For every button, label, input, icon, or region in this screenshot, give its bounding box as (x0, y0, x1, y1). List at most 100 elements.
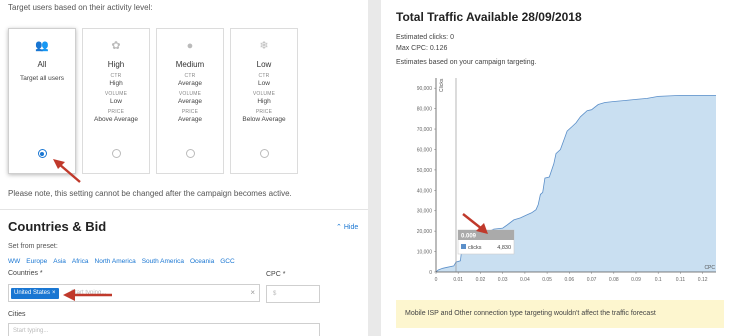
y-tick-label: 60,000 (417, 147, 433, 153)
card-name: All (37, 60, 47, 69)
x-tick-label: 0.02 (476, 277, 486, 283)
cities-input[interactable]: Start typing... (8, 323, 320, 336)
traffic-chart-svg: 0 10,000 20,000 30,000 40,000 50,000 60,000 70,… (417, 78, 716, 283)
price-label: PRICE (107, 109, 125, 115)
y-tick-label: 40,000 (417, 188, 433, 194)
x-tick-label: 0.04 (520, 277, 530, 283)
max-cpc: Max CPC: 0.126 (396, 45, 448, 52)
preset-label: Set from preset: (8, 243, 58, 250)
radio-low[interactable] (259, 149, 269, 158)
ctr-label: CTR (258, 73, 270, 79)
section-divider (0, 209, 368, 210)
radio-high[interactable] (111, 149, 121, 158)
estimates-note: Estimates based on your campaign targeti… (396, 59, 537, 66)
preset-link-gcc[interactable]: GCC (220, 258, 234, 265)
ctr-label: CTR (184, 73, 196, 79)
volume-value: High (257, 98, 271, 105)
panel-separator (368, 0, 381, 336)
y-tick-label: 20,000 (417, 229, 433, 235)
y-tick-label: 70,000 (417, 127, 433, 133)
radio-all[interactable] (37, 149, 47, 158)
flame-icon: ✿ (111, 40, 121, 52)
preset-link-europe[interactable]: Europe (26, 258, 47, 265)
cities-label: Cities (8, 311, 26, 318)
cpc-label: CPC * (266, 271, 286, 278)
cpc-input[interactable]: $ (266, 285, 320, 303)
preset-link-ww[interactable]: WW (8, 258, 20, 265)
chip-remove-icon[interactable]: × (52, 290, 56, 296)
activity-card-low[interactable]: ❄ Low CTR Low VOLUME High PRICE Below Av… (230, 28, 298, 174)
ctr-value: Average (177, 80, 203, 87)
traffic-title: Total Traffic Available 28/09/2018 (396, 10, 582, 24)
preset-link-south-america[interactable]: South America (142, 258, 184, 265)
price-value: Above Average (94, 116, 138, 123)
country-chip-label: United States (14, 290, 51, 296)
app-root: Target users based on their activity lev… (0, 0, 730, 336)
hide-toggle[interactable]: ⌃ Hide (336, 223, 358, 231)
countries-label: Countries * (8, 270, 43, 277)
activity-intro: Target users based on their activity lev… (8, 3, 153, 12)
countries-input[interactable]: United States × Start typing... × (8, 284, 260, 302)
x-tick-label: 0.08 (609, 277, 619, 283)
chevron-up-icon: ⌃ (336, 224, 342, 231)
y-tick-label: 30,000 (417, 209, 433, 215)
x-tick-label: 0.09 (631, 277, 641, 283)
x-tick-label: 0.06 (564, 277, 574, 283)
x-tick-label: 0.1 (655, 277, 662, 283)
y-tick-label: 0 (429, 270, 432, 276)
x-tick-label: 0.01 (453, 277, 463, 283)
volume-label: VOLUME (178, 91, 202, 97)
card-name: Medium (175, 60, 205, 69)
activity-card-medium[interactable]: ● Medium CTR Average VOLUME Average PRIC… (156, 28, 224, 174)
price-label: PRICE (181, 109, 199, 115)
preset-link-africa[interactable]: Africa (72, 258, 89, 265)
hide-label: Hide (343, 224, 359, 231)
preset-links: WW Europe Asia Africa North America Sout… (8, 258, 235, 265)
country-chip[interactable]: United States × (11, 288, 59, 299)
countries-bid-title: Countries & Bid (8, 219, 107, 234)
snowflake-icon: ❄ (259, 40, 269, 52)
price-value: Below Average (242, 116, 286, 123)
card-name: Low (256, 60, 272, 69)
card-subtitle: Target all users (19, 75, 65, 82)
volume-value: Average (177, 98, 203, 105)
x-tick-label: 0.05 (542, 277, 552, 283)
tooltip-cpc: 0.009 (461, 234, 477, 240)
activity-note: Please note, this setting cannot be chan… (8, 189, 292, 198)
y-axis-label: Clicks (439, 78, 445, 92)
y-tick-label: 90,000 (417, 86, 433, 92)
volume-label: VOLUME (104, 91, 128, 97)
clear-icon[interactable]: × (250, 288, 255, 297)
x-tick-label: 0.12 (698, 277, 708, 283)
estimated-clicks: Estimated clicks: 0 (396, 34, 454, 41)
ctr-value: Low (258, 80, 270, 87)
activity-cards: 👥 All Target all users ✿ High CTR High V… (8, 28, 298, 174)
info-bar: Mobile ISP and Other connection type tar… (396, 300, 724, 328)
targeting-panel: Target users based on their activity lev… (0, 0, 368, 336)
volume-value: Low (110, 98, 122, 105)
annotation-arrow-icon (63, 289, 112, 301)
traffic-chart[interactable]: 0 10,000 20,000 30,000 40,000 50,000 60,000 70,… (396, 74, 726, 292)
x-axis-label: CPC (704, 265, 715, 271)
volume-label: VOLUME (252, 91, 276, 97)
preset-link-oceania[interactable]: Oceania (190, 258, 214, 265)
activity-card-all[interactable]: 👥 All Target all users (8, 28, 76, 174)
activity-card-high[interactable]: ✿ High CTR High VOLUME Low PRICE Above A… (82, 28, 150, 174)
preset-link-north-america[interactable]: North America (95, 258, 136, 265)
tooltip-value: 4,830 (497, 245, 511, 251)
annotation-arrow-icon (53, 159, 81, 183)
users-icon: 👥 (35, 40, 49, 52)
x-tick-label: 0.11 (676, 277, 686, 283)
radio-medium[interactable] (185, 149, 195, 158)
x-tick-label: 0 (435, 277, 438, 283)
cities-placeholder: Start typing... (13, 328, 49, 334)
price-label: PRICE (255, 109, 273, 115)
preset-link-asia[interactable]: Asia (53, 258, 66, 265)
y-tick-label: 50,000 (417, 168, 433, 174)
y-tick-label: 80,000 (417, 107, 433, 113)
ctr-label: CTR (110, 73, 122, 79)
x-tick-label: 0.07 (587, 277, 597, 283)
x-tick-label: 0.03 (498, 277, 508, 283)
tooltip-series: clicks (468, 245, 482, 251)
price-value: Average (177, 116, 203, 123)
